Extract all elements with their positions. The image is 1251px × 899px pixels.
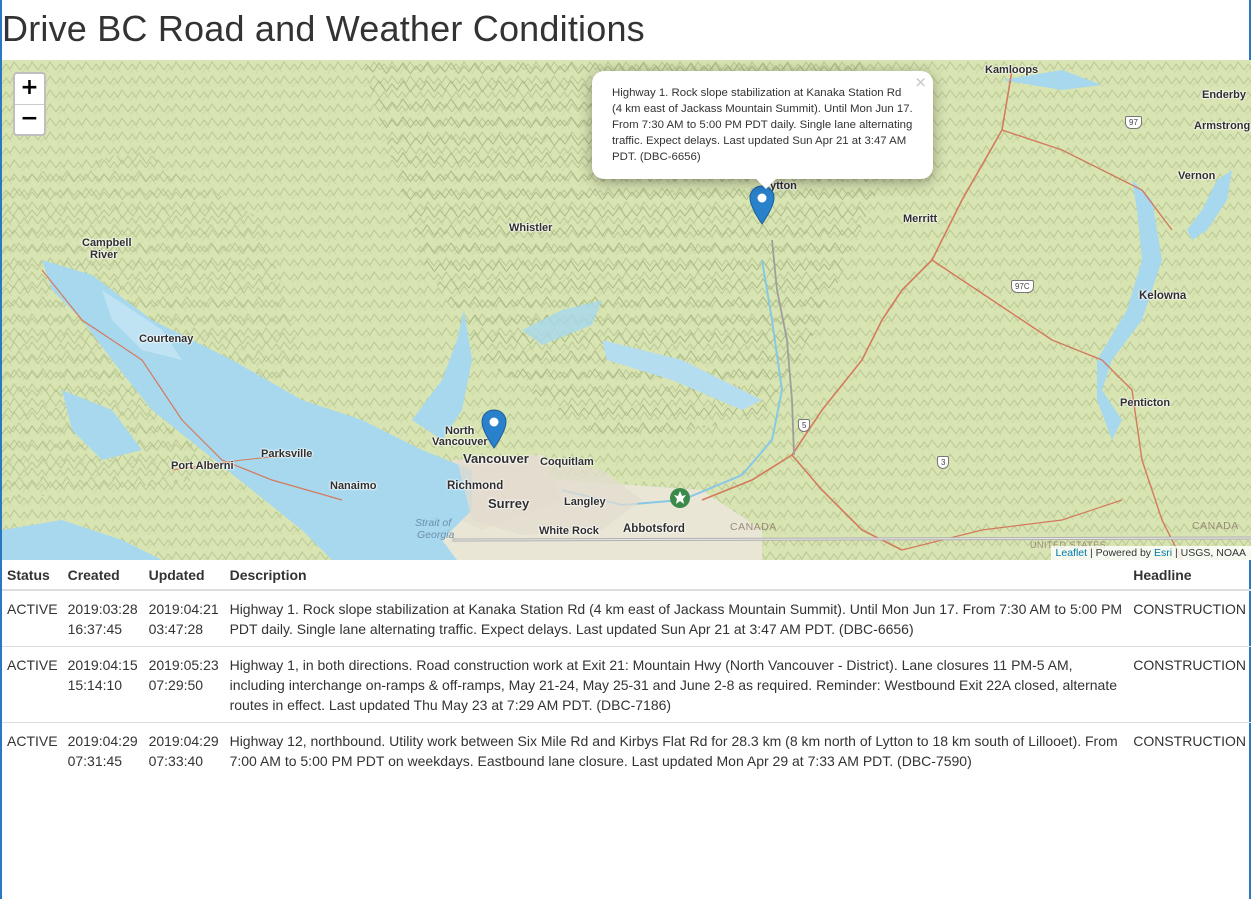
map-label-coquitlam: Coquitlam xyxy=(540,456,594,468)
header-created: Created xyxy=(62,562,144,591)
header-status: Status xyxy=(2,562,63,591)
map-attribution: Leaflet | Powered by Esri | USGS, NOAA xyxy=(1050,546,1251,560)
cell-updated: 2019:04:21 03:47:28 xyxy=(143,589,225,647)
zoom-out-button[interactable]: − xyxy=(15,104,44,134)
map-label-white-rock: White Rock xyxy=(539,525,599,537)
map-label-campbell: Campbell xyxy=(82,237,132,249)
map-label-canada: CANADA xyxy=(730,521,777,533)
border-crossing-icon xyxy=(670,488,690,508)
table-row: ACTIVE 2019:04:15 15:14:10 2019:05:23 07:2… xyxy=(2,646,1251,723)
cell-description: Highway 1, in both directions. Road cons… xyxy=(224,646,1129,723)
cell-headline: CONSTRUCTION xyxy=(1128,646,1251,723)
esri-link[interactable]: Esri xyxy=(1154,547,1172,559)
map-label-georgia: Georgia xyxy=(417,529,455,541)
created-time: 16:37:45 xyxy=(67,621,123,637)
map-label-strait-of: Strait of xyxy=(415,517,452,529)
cell-status: ACTIVE xyxy=(2,589,63,647)
cell-description: Highway 1. Rock slope stabilization at K… xyxy=(224,589,1129,647)
road-conditions-map[interactable]: Kamloops Enderby Armstrong Vernon Merrit… xyxy=(2,60,1251,560)
table-header-row: Status Created Updated Description Headl… xyxy=(2,562,1251,591)
updated-time: 07:29:50 xyxy=(148,677,204,693)
map-label-merritt: Merritt xyxy=(903,213,938,225)
cell-status: ACTIVE xyxy=(2,646,63,723)
zoom-control: + − xyxy=(13,72,46,136)
map-label-kamloops: Kamloops xyxy=(985,64,1039,76)
attribution-powered: | Powered by xyxy=(1087,547,1154,559)
hwy-97-shield: 97 xyxy=(1125,116,1142,129)
map-marker-icon[interactable] xyxy=(481,409,507,449)
map-label-parksville: Parksville xyxy=(261,448,313,460)
map-label-vernon: Vernon xyxy=(1178,170,1216,182)
map-label-armstrong: Armstrong xyxy=(1194,120,1251,132)
cell-updated: 2019:05:23 07:29:50 xyxy=(143,646,225,723)
page-title: Drive BC Road and Weather Conditions xyxy=(2,8,645,49)
map-label-canada-east: CANADA xyxy=(1192,520,1239,532)
map-popup: × Highway 1. Rock slope stabilization at… xyxy=(592,71,933,189)
map-label-langley: Langley xyxy=(564,496,606,508)
created-date: 2019:04:15 xyxy=(67,657,138,673)
map-label-nanaimo: Nanaimo xyxy=(330,480,377,492)
map-label-richmond: Richmond xyxy=(447,480,504,492)
popup-tip xyxy=(756,179,776,189)
cell-status: ACTIVE xyxy=(2,722,63,778)
updated-date: 2019:04:21 xyxy=(148,601,219,617)
created-date: 2019:03:28 xyxy=(67,601,138,617)
cell-updated: 2019:04:29 07:33:40 xyxy=(143,722,225,778)
header-updated: Updated xyxy=(143,562,225,591)
updated-date: 2019:04:29 xyxy=(148,733,219,749)
map-label-port-alberni: Port Alberni xyxy=(171,460,234,472)
hwy-97c-shield: 97C xyxy=(1011,280,1034,293)
map-label-penticton: Penticton xyxy=(1120,397,1171,409)
map-label-abbotsford: Abbotsford xyxy=(623,523,685,535)
table-row: ACTIVE 2019:04:29 07:31:45 2019:04:29 07:3… xyxy=(2,722,1251,778)
conditions-table: Status Created Updated Description Headl… xyxy=(2,562,1251,778)
cell-created: 2019:04:15 15:14:10 xyxy=(62,646,144,723)
map-label-kelowna: Kelowna xyxy=(1139,290,1187,302)
header-description: Description xyxy=(224,562,1129,591)
map-label-vancouver: Vancouver xyxy=(463,451,529,466)
leaflet-link[interactable]: Leaflet xyxy=(1056,547,1088,559)
cell-headline: CONSTRUCTION xyxy=(1128,589,1251,647)
table-row: ACTIVE 2019:03:28 16:37:45 2019:04:21 03:4… xyxy=(2,589,1251,647)
map-marker-icon[interactable] xyxy=(749,185,775,225)
cell-created: 2019:03:28 16:37:45 xyxy=(62,589,144,647)
map-label-river: River xyxy=(90,249,118,261)
map-label-surrey: Surrey xyxy=(488,496,530,511)
updated-time: 07:33:40 xyxy=(148,753,204,769)
header-headline: Headline xyxy=(1128,562,1251,591)
map-label-whistler: Whistler xyxy=(509,222,553,234)
updated-date: 2019:05:23 xyxy=(148,657,219,673)
cell-headline: CONSTRUCTION xyxy=(1128,722,1251,778)
updated-time: 03:47:28 xyxy=(148,621,204,637)
attribution-source: | USGS, NOAA xyxy=(1172,547,1246,559)
cell-description: Highway 12, northbound. Utility work bet… xyxy=(224,722,1129,778)
map-label-courtenay: Courtenay xyxy=(139,333,194,345)
popup-close-button[interactable]: × xyxy=(914,74,927,90)
created-time: 15:14:10 xyxy=(67,677,123,693)
map-label-north-vancouver: Vancouver xyxy=(432,436,488,448)
map-label-enderby: Enderby xyxy=(1202,89,1247,101)
created-date: 2019:04:29 xyxy=(67,733,138,749)
popup-text: Highway 1. Rock slope stabilization at K… xyxy=(612,87,913,163)
cell-created: 2019:04:29 07:31:45 xyxy=(62,722,144,778)
zoom-in-button[interactable]: + xyxy=(15,74,44,104)
created-time: 07:31:45 xyxy=(67,753,123,769)
